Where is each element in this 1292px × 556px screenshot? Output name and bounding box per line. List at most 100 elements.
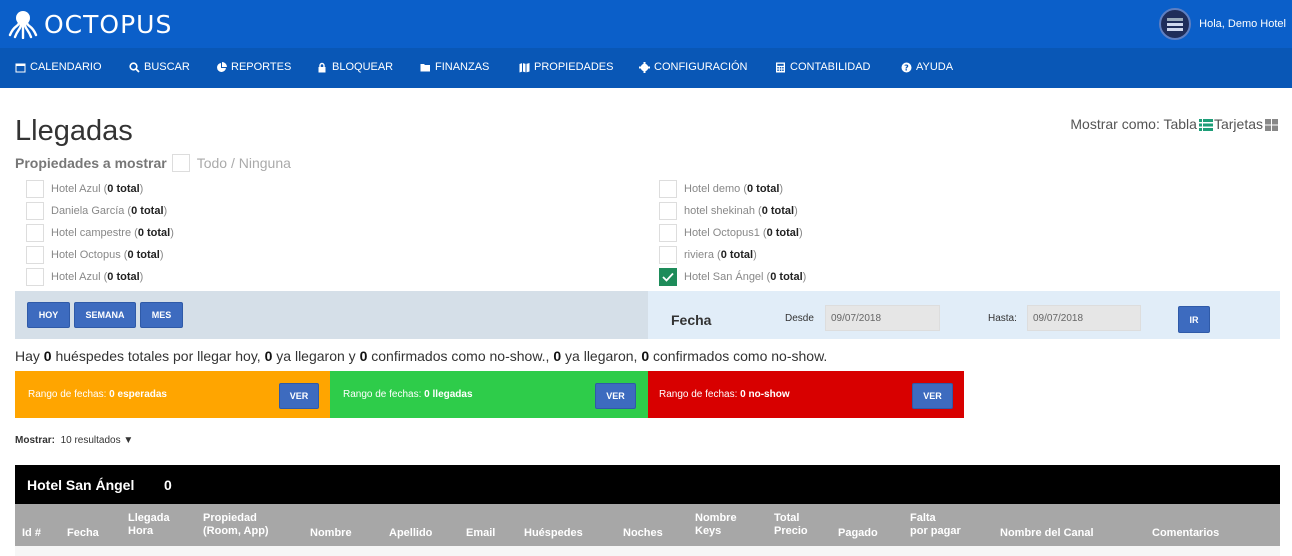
view-cards-link[interactable]: Tarjetas — [1214, 116, 1263, 132]
nav-item-finanzas[interactable]: FINANZAS — [420, 61, 489, 73]
column-header[interactable]: Falta por pagar — [910, 512, 961, 538]
check-icon — [662, 272, 674, 282]
nav-item-bloquear[interactable]: BLOQUEAR — [317, 61, 393, 73]
avatar[interactable] — [1159, 8, 1192, 40]
column-header[interactable]: Propiedad (Room, App) — [203, 512, 269, 538]
to-label: Hasta: — [988, 313, 1017, 324]
table-view-icon[interactable] — [1198, 118, 1213, 131]
logo-text: OCTOPUS — [44, 9, 173, 39]
property-item[interactable]: Hotel campestre (0 total) — [26, 224, 174, 242]
column-label: Nombre del Canal — [1000, 527, 1094, 539]
property-name: Hotel Azul — [51, 271, 101, 283]
view-arrived-button[interactable]: VER — [595, 383, 636, 409]
table-body — [15, 546, 1280, 556]
column-header[interactable]: Fecha — [67, 527, 99, 540]
property-total: 0 total — [127, 249, 160, 261]
property-checkbox[interactable] — [659, 224, 677, 242]
column-header[interactable]: Nombre — [310, 527, 352, 540]
all-none-toggle[interactable]: Todo / Ninguna — [197, 155, 291, 171]
top-bar: OCTOPUS Hola, Demo Hotel — [0, 0, 1292, 48]
card-value: 0 no-show — [740, 389, 790, 400]
nav-item-buscar[interactable]: BUSCAR — [129, 61, 190, 73]
nav-label: FINANZAS — [435, 61, 490, 73]
column-label: Falta — [910, 512, 936, 524]
card-prefix: Rango de fechas: — [28, 389, 110, 400]
column-header[interactable]: Nombre Keys — [695, 512, 737, 538]
nav-item-configuracion[interactable]: CONFIGURACIÓN — [639, 61, 748, 73]
property-total: 0 total — [137, 227, 171, 239]
view-expected-button[interactable]: VER — [279, 383, 319, 409]
no-show-card: Rango de fechas: 0 no-show VER — [648, 371, 964, 418]
property-checkbox[interactable] — [659, 268, 677, 286]
column-header[interactable]: Noches — [623, 527, 663, 540]
property-item[interactable]: hotel shekinah (0 total) — [659, 202, 798, 220]
property-checkbox[interactable] — [659, 180, 677, 198]
property-checkbox[interactable] — [659, 246, 677, 264]
property-item[interactable]: Hotel Octopus (0 total) — [26, 246, 164, 264]
nav-item-contabilidad[interactable]: CONTABILIDAD — [775, 61, 870, 73]
property-name: Hotel San Ángel — [684, 271, 764, 283]
user-menu[interactable]: Hola, Demo Hotel — [1159, 8, 1286, 40]
property-item[interactable]: Hotel Azul (0 total) — [26, 268, 143, 286]
nav-item-calendario[interactable]: CALENDARIO — [15, 61, 102, 73]
nav-item-reportes[interactable]: REPORTES — [216, 61, 291, 73]
summary-count: 0 — [553, 348, 562, 364]
summary-text: confirmados como no-show. — [649, 348, 828, 364]
select-all-checkbox[interactable] — [171, 154, 190, 172]
summary-text: Hay — [15, 348, 44, 364]
column-header[interactable]: Nombre del Canal — [1000, 527, 1094, 540]
results-per-page: Mostrar: 10 resultados ▼ — [15, 435, 133, 446]
to-date-input[interactable]: 09/07/2018 — [1027, 305, 1141, 331]
property-checkbox[interactable] — [659, 202, 677, 220]
user-greeting[interactable]: Hola, Demo Hotel — [1199, 18, 1286, 30]
column-header[interactable]: Id # — [22, 527, 41, 540]
week-button[interactable]: SEMANA — [74, 302, 136, 328]
column-label: Total — [774, 512, 800, 524]
from-date-input[interactable]: 09/07/2018 — [825, 305, 940, 331]
property-name: hotel shekinah — [684, 205, 755, 217]
octopus-logo-icon — [6, 9, 40, 40]
view-no-show-button[interactable]: VER — [912, 383, 953, 409]
nav-item-ayuda[interactable]: ? AYUDA — [901, 61, 953, 73]
column-header[interactable]: Email — [466, 527, 495, 540]
column-header[interactable]: Huéspedes — [524, 527, 583, 540]
property-item[interactable]: Daniela García (0 total) — [26, 202, 167, 220]
property-item[interactable]: riviera (0 total) — [659, 246, 757, 264]
column-label: (Room, App) — [203, 525, 269, 537]
property-checkbox[interactable] — [26, 180, 44, 198]
property-item[interactable]: Hotel demo (0 total) — [659, 180, 783, 198]
property-checkbox[interactable] — [26, 202, 44, 220]
cards-view-icon[interactable] — [1265, 118, 1278, 131]
property-item[interactable]: Hotel San Ángel (0 total) — [659, 268, 806, 286]
column-header[interactable]: Pagado — [838, 527, 878, 540]
logo[interactable]: OCTOPUS — [6, 8, 172, 40]
property-checkbox[interactable] — [26, 268, 44, 286]
results-select[interactable]: 10 resultados ▼ — [61, 435, 134, 446]
nav-item-propiedades[interactable]: PROPIEDADES — [519, 61, 613, 73]
column-header[interactable]: Comentarios — [1152, 527, 1219, 540]
results-label: Mostrar: — [15, 435, 56, 446]
property-name: riviera — [684, 249, 714, 261]
property-total: 0 total — [747, 183, 780, 195]
table-header: Id # Fecha Llegada Hora Propiedad (Room, A… — [15, 504, 1280, 546]
property-checkbox[interactable] — [26, 246, 44, 264]
today-button[interactable]: HOY — [27, 302, 70, 328]
go-button[interactable]: IR — [1178, 306, 1210, 333]
property-item[interactable]: Hotel Azul (0 total) — [26, 180, 143, 198]
column-header[interactable]: Llegada Hora — [128, 512, 170, 538]
property-item[interactable]: Hotel Octopus1 (0 total) — [659, 224, 803, 242]
property-total: 0 total — [107, 271, 140, 283]
gear-icon — [639, 61, 650, 73]
main-nav: CALENDARIO BUSCAR REPORTES BLOQUEAR FINA… — [0, 48, 1292, 88]
property-checkbox[interactable] — [26, 224, 44, 242]
column-label: Id # — [22, 527, 41, 539]
search-icon — [129, 61, 140, 73]
property-name: Hotel demo — [684, 183, 741, 195]
column-header[interactable]: Total Precio — [774, 512, 808, 538]
caret-down-icon: ▼ — [123, 435, 134, 446]
month-button[interactable]: MES — [140, 302, 183, 328]
column-label: Precio — [774, 525, 808, 537]
view-table-link[interactable]: Mostrar como: Tabla — [1070, 116, 1197, 132]
column-header[interactable]: Apellido — [389, 527, 432, 540]
column-label: Hora — [128, 525, 154, 537]
